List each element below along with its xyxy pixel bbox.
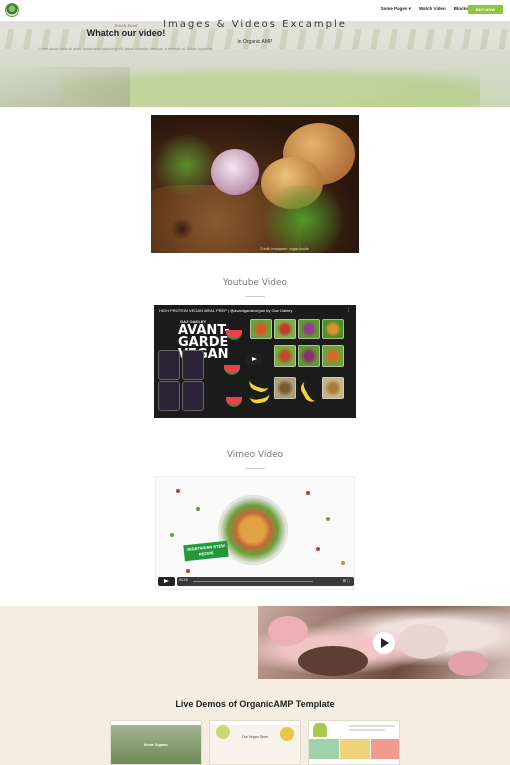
- flower-petal: [448, 651, 488, 676]
- demo-thumbnail-2[interactable]: Our Vegan Store: [209, 720, 301, 765]
- spice-decoration: [170, 533, 174, 537]
- vimeo-progress-bar[interactable]: 01:19 ⚙ ⛶: [177, 577, 354, 586]
- watermelon-slice: [226, 330, 242, 340]
- share-icon[interactable]: ⋮: [346, 307, 351, 313]
- berry-bowl: [158, 350, 180, 380]
- berry-bowl: [182, 350, 204, 380]
- berry: [166, 393, 171, 398]
- vimeo-video-label: VEGETARIAN STEW RECIPE: [183, 540, 229, 562]
- meal-prep-box: [274, 345, 296, 367]
- live-demos-title: Live Demos of OrganicAMP Template: [175, 699, 335, 709]
- banana: [298, 381, 316, 405]
- berry: [192, 360, 197, 365]
- image-caption: Credit: Instagram: vegan.foodie: [260, 247, 309, 251]
- buy-now-button[interactable]: BUY NOW: [468, 5, 503, 14]
- nav-item-some-pages[interactable]: Some Pages ▾: [381, 6, 411, 12]
- demo-thumbnail-label: Our Vegan Store: [241, 735, 269, 739]
- meal-prep-box: [250, 319, 272, 339]
- navbar: Some Pages ▾ Watch Video Blocks ▾ BUY NO…: [0, 0, 510, 21]
- nav-menu: Some Pages ▾ Watch Video Blocks ▾: [381, 6, 472, 12]
- play-button[interactable]: [158, 577, 175, 586]
- meal-prep-box: [274, 319, 296, 339]
- youtube-heading: Youtube Video: [222, 278, 288, 288]
- spice-decoration: [186, 569, 190, 573]
- settings-icon[interactable]: ⚙ ⛶: [343, 578, 351, 583]
- vimeo-player[interactable]: VEGETARIAN STEW RECIPE 01:19 ⚙ ⛶: [155, 476, 355, 590]
- meal-prep-box: [298, 319, 320, 339]
- yogurt: [398, 624, 448, 659]
- vegetables-image: Credit: Instagram: vegan.foodie: [151, 115, 359, 253]
- play-button[interactable]: [373, 632, 395, 654]
- berry-bowl: [182, 381, 204, 411]
- banana: [249, 393, 271, 405]
- granola: [298, 646, 368, 676]
- watch-title: Whatch our video!: [86, 28, 166, 38]
- garlic: [211, 149, 259, 195]
- meal-prep-box: [322, 377, 344, 399]
- meal-prep-box: [322, 345, 344, 367]
- play-button[interactable]: [246, 354, 262, 365]
- youtube-video-title[interactable]: HIGH PROTEIN VEGAN MEAL PREP | @avantgar…: [159, 308, 329, 313]
- demo-thumbnail-1[interactable]: Home Organic: [110, 720, 202, 765]
- spice-decoration: [176, 489, 180, 493]
- meal-prep-box: [298, 345, 320, 367]
- vimeo-heading: Vimeo Video: [226, 450, 284, 460]
- cilantro: [256, 185, 351, 253]
- logo-icon[interactable]: [5, 3, 19, 17]
- demo-thumbnail-3[interactable]: [308, 720, 400, 765]
- watermelon-slice: [226, 397, 242, 407]
- watch-description: Lorem ipsum dolor sit amet, consectetur …: [38, 47, 214, 51]
- pineapple-decoration: [313, 723, 327, 737]
- vimeo-controls: 01:19 ⚙ ⛶: [158, 577, 354, 586]
- flower-petal: [268, 616, 308, 646]
- demo-thumbnail-label: Home Organic: [144, 743, 168, 747]
- spice-decoration: [306, 491, 310, 495]
- spice-decoration: [316, 547, 320, 551]
- text-line: [349, 725, 395, 727]
- spice-decoration: [196, 507, 200, 511]
- text-line: [349, 729, 385, 731]
- seek-track[interactable]: [193, 581, 313, 582]
- spice-decoration: [326, 517, 330, 521]
- star-anise: [169, 219, 195, 239]
- youtube-player[interactable]: HIGH PROTEIN VEGAN MEAL PREP | @avantgar…: [154, 305, 356, 418]
- vimeo-time: 01:19: [179, 578, 188, 582]
- product-tile: [340, 739, 370, 759]
- spice-decoration: [341, 561, 345, 565]
- berry: [189, 390, 194, 395]
- nav-item-watch-video[interactable]: Watch Video: [419, 6, 446, 12]
- page-subtitle: in Organic AMP: [237, 39, 273, 45]
- meal-prep-box: [274, 377, 296, 399]
- product-tile: [309, 739, 339, 759]
- berry: [164, 360, 169, 365]
- heading-divider: [245, 468, 265, 469]
- heading-divider: [245, 296, 265, 297]
- watermelon-slice: [224, 365, 240, 375]
- herbs-left: [151, 135, 221, 195]
- meal-prep-box: [322, 319, 344, 339]
- banana: [247, 379, 269, 395]
- product-tile: [371, 739, 399, 759]
